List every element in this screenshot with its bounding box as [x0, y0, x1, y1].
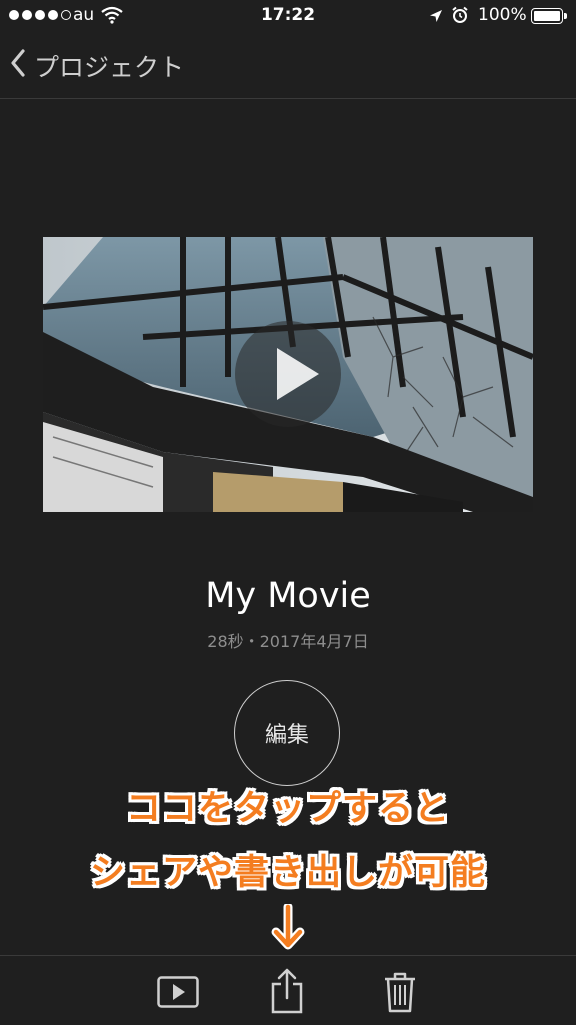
play-icon[interactable]: [157, 976, 199, 1012]
play-button[interactable]: [235, 321, 341, 427]
alarm-icon: [451, 6, 469, 29]
movie-meta: 28秒・2017年4月7日: [207, 632, 369, 651]
video-preview[interactable]: [43, 237, 533, 512]
back-label: プロジェクト: [34, 53, 185, 82]
share-icon[interactable]: [271, 968, 303, 1018]
status-bar: au 17:22 100%: [0, 0, 576, 34]
annotation-line-2: シェアや書き出しが可能: [89, 853, 486, 893]
location-arrow-icon: [429, 8, 443, 28]
edit-button-label: 編集: [264, 723, 309, 748]
chevron-left-icon: [10, 49, 26, 83]
navigation-bar: プロジェクト: [0, 34, 576, 99]
battery-icon: [531, 8, 567, 24]
back-button[interactable]: プロジェクト: [10, 48, 184, 84]
annotation-line-1: ココをタップすると: [125, 789, 450, 829]
edit-button[interactable]: 編集: [234, 680, 340, 786]
trash-icon[interactable]: [383, 971, 417, 1017]
down-arrow-icon: [271, 902, 305, 954]
play-triangle-icon: [277, 348, 319, 400]
bottom-toolbar: [0, 955, 576, 1025]
movie-title: My Movie: [205, 576, 371, 616]
battery-percent: 100%: [478, 5, 527, 25]
